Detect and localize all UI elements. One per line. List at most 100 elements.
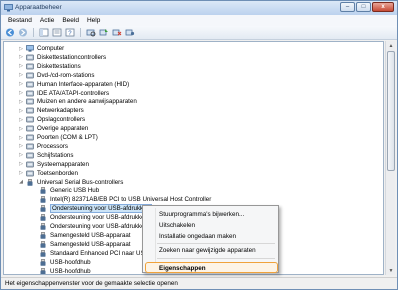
maximize-button[interactable]: □: [356, 2, 371, 12]
uninstall-icon[interactable]: [112, 28, 122, 37]
tree-node-label: Ondersteuning voor USB-afdrukken: [50, 214, 149, 222]
usb-device-icon: [39, 258, 47, 266]
expand-arrow-icon[interactable]: ◢: [18, 179, 24, 185]
toolbar: ?: [1, 26, 397, 40]
tree-node[interactable]: ▷ Poorten (COM & LPT): [18, 133, 98, 142]
device-manager-app-icon: [4, 4, 13, 12]
tree-node[interactable]: ▷ IDE ATA/ATAPI-controllers: [18, 89, 109, 98]
ctx-disable[interactable]: Uitschakelen: [159, 220, 195, 230]
window-controls: – □ x: [340, 2, 394, 13]
tree-node[interactable]: ▷ Dvd-/cd-rom-stations: [18, 71, 94, 80]
tree-node-label: Netwerkadapters: [37, 107, 84, 115]
expand-arrow-icon[interactable]: ▷: [18, 117, 24, 123]
mouse-icon: [26, 98, 34, 105]
expand-arrow-icon[interactable]: ▷: [18, 170, 24, 176]
tree-node[interactable]: ▷ Diskettestationcontrollers: [18, 53, 106, 62]
tree-node-label: Schijfstations: [37, 151, 74, 159]
tree-node-label: Diskettestationcontrollers: [37, 53, 107, 61]
scan-hardware-icon[interactable]: [86, 28, 96, 37]
show-hide-tree-icon[interactable]: [39, 28, 49, 37]
expand-arrow-icon[interactable]: ▷: [18, 54, 24, 60]
tree-node-label: Toetsenborden: [37, 169, 78, 177]
status-bar: Het eigenschappenvenster voor de gemaakt…: [1, 277, 397, 289]
minimize-button[interactable]: –: [340, 2, 355, 12]
processor-icon: [26, 143, 34, 150]
tree-node-label: USB-hoofdhub: [50, 258, 91, 266]
expand-arrow-icon[interactable]: ▷: [18, 90, 24, 96]
expand-arrow-icon[interactable]: ▷: [18, 108, 24, 114]
ctx-uninstall[interactable]: Installatie ongedaan maken: [159, 231, 236, 241]
tree-node-label: Standaard Enhanced PCI naar USB-H: [50, 249, 156, 257]
expand-arrow-icon[interactable]: ▷: [18, 143, 24, 149]
tree-node-label: Poorten (COM & LPT): [37, 134, 98, 141]
ctx-scan-changes-label: Zoeken naar gewijzigde apparaten: [159, 246, 256, 254]
forward-arrow-icon[interactable]: [18, 28, 28, 37]
expand-arrow-icon[interactable]: ▷: [18, 63, 24, 69]
scroll-up-arrow[interactable]: ▲: [386, 41, 396, 50]
tree-node[interactable]: ▷ Computer: [18, 44, 64, 53]
window-title: Apparaatbeheer: [15, 4, 62, 11]
tree-node-label: Generic USB Hub: [50, 187, 100, 195]
update-driver-icon[interactable]: [99, 28, 109, 37]
expand-arrow-icon[interactable]: ▷: [18, 46, 24, 52]
floppy-drive-icon: [26, 63, 34, 70]
expand-arrow-icon[interactable]: ▷: [18, 126, 24, 132]
tree-node[interactable]: ▷ Toetsenborden: [18, 169, 78, 178]
tree-node[interactable]: ▷ Human Interface-apparaten (HID): [18, 80, 129, 89]
tree-node-label: USB-hoofdhub: [50, 267, 91, 275]
close-button[interactable]: x: [372, 2, 394, 12]
disable-icon[interactable]: [125, 28, 135, 37]
tree-node[interactable]: ▷ Diskettestations: [18, 62, 81, 71]
properties-icon[interactable]: [52, 28, 62, 37]
ctx-update-driver[interactable]: Stuurprogramma's bijwerken...: [159, 209, 244, 219]
menu-help[interactable]: Help: [83, 17, 104, 24]
tree-node[interactable]: ▷ Netwerkadapters: [18, 106, 84, 115]
help-icon[interactable]: ?: [65, 28, 75, 37]
usb-device-icon: [39, 240, 47, 248]
menu-bestand[interactable]: Bestand: [4, 17, 36, 24]
expand-arrow-icon[interactable]: ▷: [18, 135, 24, 141]
expand-arrow-icon[interactable]: ▷: [18, 152, 24, 158]
ctx-properties[interactable]: Eigenschappen: [159, 263, 206, 273]
tree-node[interactable]: ▷ Muizen en andere aanwijsapparaten: [18, 97, 137, 106]
tree-node-label: Systeemapparaten: [37, 160, 89, 168]
tree-node[interactable]: Ondersteuning voor USB-afdrukken: [31, 213, 148, 222]
tree-node-label: Processors: [37, 142, 68, 150]
tree-node[interactable]: ▷ Systeemapparaten: [18, 160, 89, 169]
expand-arrow-icon[interactable]: ▷: [18, 72, 24, 78]
expand-arrow-icon[interactable]: ▷: [18, 81, 24, 87]
scroll-down-arrow[interactable]: ▼: [386, 266, 396, 275]
tree-node[interactable]: Standaard Enhanced PCI naar USB-H: [31, 249, 155, 258]
tree-node-label: Diskettestations: [37, 62, 81, 70]
context-menu-separator: [157, 258, 275, 259]
port-icon: [26, 134, 34, 141]
tree-node[interactable]: Generic USB Hub: [31, 186, 99, 195]
menu-beeld[interactable]: Beeld: [58, 17, 83, 24]
vertical-scrollbar[interactable]: ▲ ▼: [385, 41, 395, 275]
tree-node[interactable]: Ondersteuning voor USB-afdrukken: [31, 222, 148, 231]
toolbar-separator: [33, 28, 34, 37]
tree-node[interactable]: Ondersteuning voor USB-afdrukken: [31, 204, 153, 214]
usb-controller-icon: [26, 178, 34, 186]
expand-arrow-icon[interactable]: ▷: [18, 161, 24, 167]
tree-node[interactable]: Intel(R) 82371AB/EB PCI to USB Universal…: [31, 195, 211, 204]
title-bar[interactable]: Apparaatbeheer – □ x: [1, 1, 397, 15]
context-menu-separator: [157, 243, 275, 244]
menu-actie[interactable]: Actie: [36, 17, 58, 24]
tree-node[interactable]: ▷ Schijfstations: [18, 151, 73, 160]
tree-node[interactable]: Samengesteld USB-apparaat: [31, 240, 131, 249]
back-arrow-icon[interactable]: [5, 28, 15, 37]
tree-node[interactable]: ▷ Overige apparaten: [18, 124, 88, 133]
ctx-scan-changes[interactable]: Zoeken naar gewijzigde apparaten: [159, 245, 256, 255]
ctx-disable-label: Uitschakelen: [159, 221, 196, 229]
tree-node[interactable]: ▷ Processors: [18, 142, 68, 151]
tree-node[interactable]: Samengesteld USB-apparaat: [31, 231, 131, 240]
system-devices-icon: [26, 161, 34, 168]
tree-node[interactable]: USB-hoofdhub: [31, 258, 91, 267]
tree-node[interactable]: USB-hoofdhub: [31, 267, 91, 275]
scroll-thumb[interactable]: [387, 51, 395, 171]
expand-arrow-icon[interactable]: ▷: [18, 99, 24, 105]
tree-node[interactable]: ▷ Opslagcontrollers: [18, 115, 85, 124]
other-devices-icon: [26, 125, 34, 132]
tree-node[interactable]: ◢ Universal Serial Bus-controllers: [18, 178, 123, 187]
